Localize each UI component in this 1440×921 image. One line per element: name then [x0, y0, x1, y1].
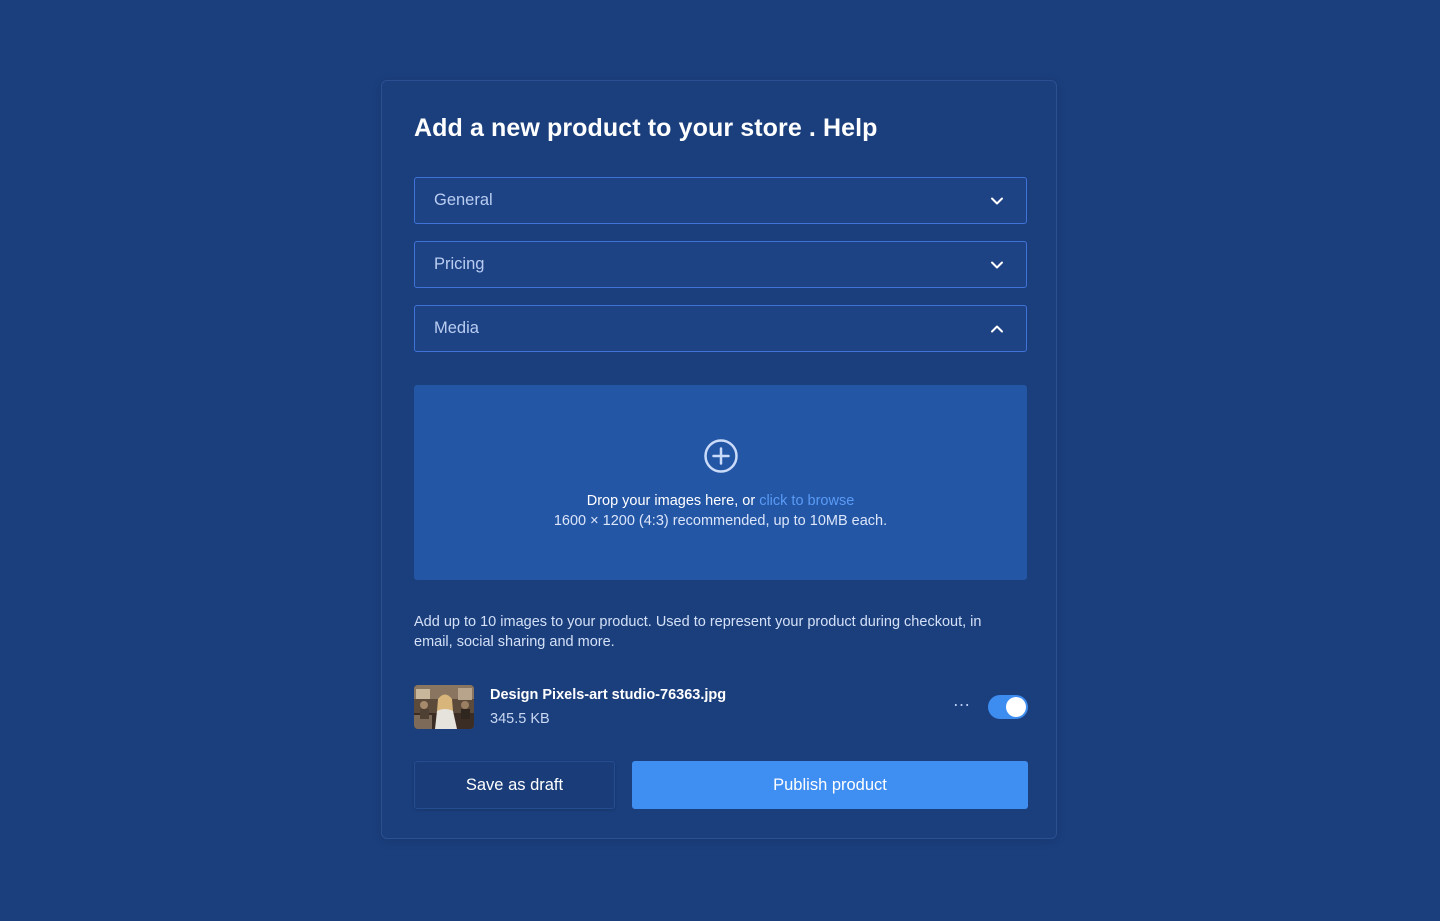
toggle-knob	[1006, 697, 1026, 717]
uploaded-file-row: Design Pixels-art studio-76363.jpg 345.5…	[414, 684, 1028, 730]
file-name: Design Pixels-art studio-76363.jpg	[490, 687, 727, 703]
section-pricing-label: Pricing	[434, 255, 485, 273]
dropzone-text: Drop your images here, or	[586, 493, 760, 509]
dropzone-instructions: Drop your images here, or click to brows…	[414, 493, 1027, 509]
chevron-down-icon	[991, 261, 1003, 269]
section-media-accordion[interactable]: Media	[414, 305, 1027, 352]
section-general-label: General	[434, 191, 493, 209]
page-title: Add a new product to your store . Help	[414, 114, 878, 142]
file-size: 345.5 KB	[490, 711, 550, 727]
section-media-label: Media	[434, 319, 479, 337]
section-general-accordion[interactable]: General	[414, 177, 1027, 224]
file-thumbnail	[414, 685, 474, 729]
product-form-card: Add a new product to your store . Help G…	[381, 80, 1057, 839]
section-pricing-accordion[interactable]: Pricing	[414, 241, 1027, 288]
publish-product-button[interactable]: Publish product	[632, 761, 1028, 809]
media-helper-text: Add up to 10 images to your product. Use…	[414, 614, 982, 650]
chevron-down-icon	[991, 197, 1003, 205]
dropzone-subtext: 1600 × 1200 (4:3) recommended, up to 10M…	[553, 513, 888, 529]
save-draft-button[interactable]: Save as draft	[414, 761, 615, 809]
chevron-up-icon	[991, 325, 1003, 333]
file-visibility-toggle[interactable]	[988, 695, 1028, 719]
plus-circle-icon	[704, 439, 738, 473]
image-dropzone[interactable]: Drop your images here, or click to brows…	[414, 385, 1027, 580]
more-horizontal-icon[interactable]: …	[951, 691, 973, 714]
browse-link[interactable]: click to browse	[759, 493, 854, 509]
